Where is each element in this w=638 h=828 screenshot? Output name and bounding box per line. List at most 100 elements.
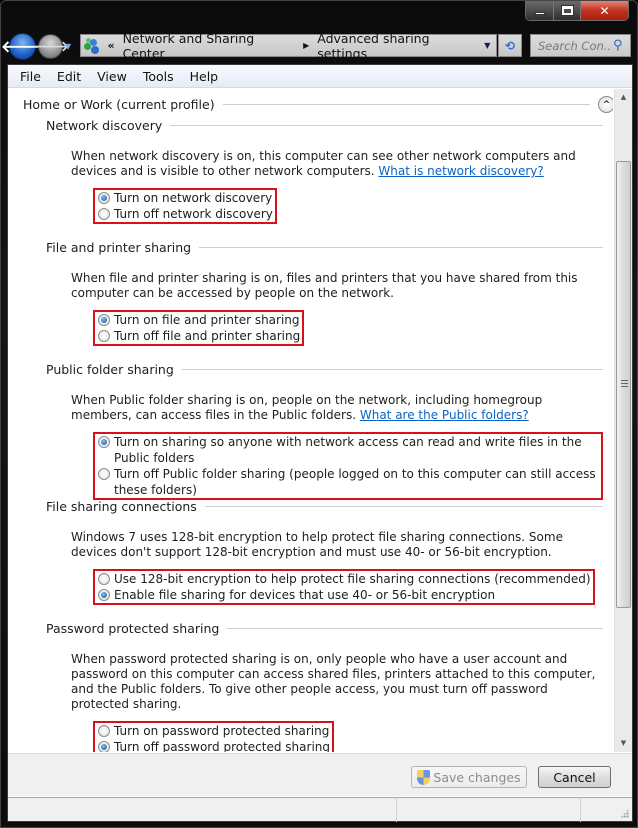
radio-option[interactable]: Turn on network discovery: [98, 190, 273, 206]
radio-button[interactable]: [98, 436, 110, 448]
radio-label[interactable]: Use 128-bit encryption to help protect f…: [114, 571, 591, 587]
radio-label[interactable]: Turn on password protected sharing: [114, 723, 329, 739]
description-text: When file and printer sharing is on, fil…: [71, 271, 578, 300]
menu-view[interactable]: View: [89, 69, 135, 84]
close-button[interactable]: ✕: [581, 1, 628, 20]
menu-tools[interactable]: Tools: [135, 69, 182, 84]
radio-button[interactable]: [98, 314, 110, 326]
radio-option[interactable]: Turn off file and printer sharing: [98, 328, 300, 344]
address-bar[interactable]: « Network and Sharing Center ▶ Advanced …: [80, 31, 497, 61]
radio-option[interactable]: Enable file sharing for devices that use…: [98, 587, 591, 603]
section-file-sharing-connections: File sharing connections Windows 7 uses 1…: [46, 499, 603, 605]
option-group: Turn on network discovery Turn off networ…: [93, 188, 277, 224]
radio-button[interactable]: [98, 573, 110, 585]
radio-option[interactable]: Use 128-bit encryption to help protect f…: [98, 571, 591, 587]
radio-label[interactable]: Turn off file and printer sharing: [114, 328, 300, 344]
chevron-down-icon: ▼: [65, 41, 72, 51]
resize-grip-icon[interactable]: [620, 809, 629, 818]
divider: [199, 247, 603, 248]
radio-label[interactable]: Turn off Public folder sharing (people l…: [114, 466, 599, 498]
help-link[interactable]: What are the Public folders?: [360, 408, 529, 422]
section-title: File sharing connections: [46, 499, 603, 514]
maximize-button[interactable]: [554, 1, 581, 20]
section-title-text: File and printer sharing: [46, 240, 192, 255]
radio-label[interactable]: Turn on sharing so anyone with network a…: [114, 434, 599, 466]
radio-option[interactable]: Turn on password protected sharing: [98, 723, 330, 739]
forward-button[interactable]: 🡒: [32, 33, 69, 59]
section-title-text: Password protected sharing: [46, 621, 220, 636]
option-group: Turn on sharing so anyone with network a…: [93, 432, 603, 500]
footer-bar: Save changes Cancel: [8, 753, 632, 796]
radio-button[interactable]: [98, 468, 110, 480]
radio-option[interactable]: Turn on sharing so anyone with network a…: [98, 434, 599, 466]
profile-header: Home or Work (current profile) ^: [23, 96, 613, 113]
radio-button[interactable]: [98, 741, 110, 752]
breadcrumb-overflow-button[interactable]: «: [107, 39, 114, 52]
breadcrumb-separator-icon[interactable]: ▶: [303, 41, 309, 50]
breadcrumb-advanced-sharing-settings[interactable]: Advanced sharing settings: [317, 31, 478, 61]
refresh-button[interactable]: ⟲: [498, 34, 522, 57]
menu-file[interactable]: File: [12, 69, 49, 84]
section-description: When file and printer sharing is on, fil…: [71, 271, 601, 301]
cancel-button[interactable]: Cancel: [538, 766, 611, 788]
breadcrumb-network-and-sharing-center[interactable]: Network and Sharing Center: [123, 31, 296, 61]
collapse-profile-button[interactable]: ^: [598, 96, 613, 113]
description-text: When password protected sharing is on, o…: [71, 652, 596, 711]
maximize-icon: [560, 5, 574, 16]
radio-label[interactable]: Turn off password protected sharing: [114, 739, 330, 752]
section-description: When password protected sharing is on, o…: [71, 652, 601, 712]
client-area: File Edit View Tools Help Home or Work (…: [7, 64, 633, 822]
chevron-up-icon: ^: [602, 99, 611, 110]
radio-label[interactable]: Turn on network discovery: [114, 190, 272, 206]
nav-buttons: 🡐 🡒 ▼: [1, 32, 75, 60]
vertical-scrollbar[interactable]: ▲ ▼: [614, 89, 632, 752]
scroll-down-button[interactable]: ▼: [615, 735, 632, 752]
recent-pages-button[interactable]: ▼: [65, 42, 75, 51]
radio-option[interactable]: Turn off Public folder sharing (people l…: [98, 466, 599, 498]
search-icon[interactable]: ⚲: [613, 38, 623, 53]
status-divider: [580, 798, 581, 822]
menu-help[interactable]: Help: [182, 69, 227, 84]
section-title: Password protected sharing: [46, 621, 603, 636]
section-public-folder-sharing: Public folder sharing When Public folder …: [46, 362, 603, 500]
section-title-text: Public folder sharing: [46, 362, 174, 377]
divider: [227, 628, 603, 629]
uac-shield-icon: [417, 769, 431, 785]
radio-button[interactable]: [98, 589, 110, 601]
minimize-icon: [534, 12, 545, 15]
radio-button[interactable]: [98, 330, 110, 342]
radio-option[interactable]: Turn off password protected sharing: [98, 739, 330, 752]
radio-label[interactable]: Turn off network discovery: [114, 206, 273, 222]
divider: [170, 125, 603, 126]
menu-edit[interactable]: Edit: [49, 69, 89, 84]
status-divider: [396, 798, 397, 822]
option-group: Use 128-bit encryption to help protect f…: [93, 569, 595, 605]
section-network-discovery: Network discovery When network discovery …: [46, 118, 603, 224]
radio-label[interactable]: Enable file sharing for devices that use…: [114, 587, 495, 603]
scroll-up-button[interactable]: ▲: [615, 89, 632, 106]
divider: [204, 506, 603, 507]
search-box: ⚲: [530, 34, 631, 57]
save-changes-button[interactable]: Save changes: [411, 766, 527, 788]
refresh-icon: ⟲: [504, 38, 516, 53]
section-file-and-printer-sharing: File and printer sharing When file and pr…: [46, 240, 603, 346]
option-group: Turn on password protected sharing Turn o…: [93, 721, 334, 752]
save-changes-label: Save changes: [433, 769, 521, 785]
radio-option[interactable]: Turn off network discovery: [98, 206, 273, 222]
network-globe-icon: [84, 37, 101, 54]
section-title: Public folder sharing: [46, 362, 603, 377]
radio-button[interactable]: [98, 725, 110, 737]
radio-button[interactable]: [98, 192, 110, 204]
radio-option[interactable]: Turn on file and printer sharing: [98, 312, 300, 328]
option-group: Turn on file and printer sharing Turn off…: [93, 310, 305, 346]
address-dropdown-button[interactable]: ▼: [479, 41, 496, 50]
scroll-thumb[interactable]: [616, 161, 631, 608]
radio-label[interactable]: Turn on file and printer sharing: [114, 312, 300, 328]
radio-button[interactable]: [98, 208, 110, 220]
minimize-button[interactable]: [526, 1, 554, 20]
section-title-text: File sharing connections: [46, 499, 197, 514]
help-link[interactable]: What is network discovery?: [378, 164, 543, 178]
section-description: Windows 7 uses 128-bit encryption to hel…: [71, 530, 601, 560]
description-text: Windows 7 uses 128-bit encryption to hel…: [71, 530, 563, 559]
search-input[interactable]: [538, 38, 610, 53]
